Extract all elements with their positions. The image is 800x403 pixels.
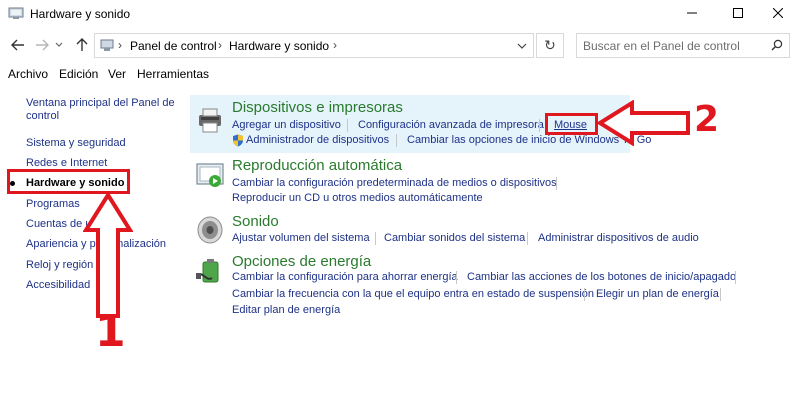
control-panel-icon bbox=[100, 39, 114, 51]
power-options-icon bbox=[196, 259, 219, 283]
menu-archivo[interactable]: Archivo bbox=[8, 67, 48, 81]
sidebar-item-home-cont[interactable]: control bbox=[26, 109, 59, 124]
link-add-device[interactable]: Agregar un dispositivo bbox=[232, 119, 341, 131]
category-title[interactable]: Dispositivos e impresoras bbox=[232, 99, 403, 116]
link-power-button-actions[interactable]: Cambiar las acciones de los botones de i… bbox=[467, 271, 736, 283]
link-change-system-sounds[interactable]: Cambiar sonidos del sistema bbox=[384, 232, 525, 244]
search-box[interactable] bbox=[576, 33, 790, 58]
link-advanced-printer-setup[interactable]: Configuración avanzada de impresora bbox=[358, 119, 544, 131]
close-icon bbox=[773, 8, 783, 18]
minimize-button[interactable] bbox=[672, 0, 712, 26]
link-separator bbox=[347, 119, 348, 132]
back-arrow-icon bbox=[11, 39, 24, 51]
link-manage-audio-devices[interactable]: Administrar dispositivos de audio bbox=[538, 232, 699, 244]
link-choose-power-plan[interactable]: Elegir un plan de energía bbox=[596, 288, 719, 300]
highlight-box-mouse bbox=[545, 113, 598, 135]
link-separator bbox=[735, 271, 736, 284]
link-separator bbox=[556, 177, 557, 190]
sidebar-item-accessibility[interactable]: Accesibilidad bbox=[26, 278, 90, 293]
link-adjust-volume[interactable]: Ajustar volumen del sistema bbox=[232, 232, 370, 244]
breadcrumb-separator: › bbox=[333, 38, 337, 52]
minimize-icon bbox=[687, 12, 697, 14]
menu-ver[interactable]: Ver bbox=[108, 67, 126, 81]
menu-herramientas[interactable]: Herramientas bbox=[137, 67, 209, 81]
maximize-button[interactable] bbox=[718, 0, 758, 26]
up-arrow-icon bbox=[76, 38, 88, 51]
shield-icon bbox=[233, 134, 243, 147]
highlight-box-hardware-sound bbox=[7, 169, 130, 194]
link-separator bbox=[584, 288, 585, 301]
link-play-cd-automatically[interactable]: Reproducir un CD u otros medios automáti… bbox=[232, 192, 483, 204]
category-power-options: Opciones de energía Cambiar la configura… bbox=[190, 252, 790, 322]
close-button[interactable] bbox=[758, 0, 798, 26]
link-separator bbox=[527, 232, 528, 245]
speaker-icon bbox=[197, 216, 223, 244]
up-button[interactable] bbox=[72, 35, 92, 55]
search-input[interactable] bbox=[583, 35, 763, 56]
control-panel-icon bbox=[8, 7, 24, 19]
chevron-down-icon bbox=[55, 42, 63, 47]
menu-edicion[interactable]: Edición bbox=[59, 67, 98, 81]
category-title[interactable]: Opciones de energía bbox=[232, 253, 371, 270]
link-separator bbox=[720, 288, 721, 301]
refresh-button[interactable]: ↻ bbox=[536, 33, 564, 58]
up-arrow-annotation-icon bbox=[83, 192, 133, 318]
left-arrow-annotation-icon bbox=[596, 100, 690, 146]
title-bar: Hardware y sonido bbox=[0, 0, 800, 28]
link-autoplay-defaults[interactable]: Cambiar la configuración predeterminada … bbox=[232, 177, 557, 189]
recent-locations-button[interactable] bbox=[52, 35, 66, 55]
navigation-bar: › Panel de control › Hardware y sonido ›… bbox=[0, 30, 800, 60]
menu-bar: Archivo Edición Ver Herramientas bbox=[0, 64, 800, 84]
breadcrumb-hardware-sound[interactable]: Hardware y sonido bbox=[229, 39, 329, 53]
sidebar-item-system-security[interactable]: Sistema y seguridad bbox=[26, 136, 126, 151]
autoplay-icon bbox=[196, 163, 224, 187]
window-title: Hardware y sonido bbox=[30, 7, 131, 21]
back-button[interactable] bbox=[8, 35, 28, 55]
breadcrumb-separator: › bbox=[118, 38, 122, 52]
printer-icon bbox=[199, 108, 221, 133]
breadcrumb-control-panel[interactable]: Panel de control bbox=[130, 39, 217, 53]
address-bar[interactable]: › Panel de control › Hardware y sonido › bbox=[94, 33, 534, 58]
link-separator bbox=[539, 119, 540, 132]
step-number-2: 2 bbox=[694, 99, 720, 140]
forward-button[interactable] bbox=[32, 35, 52, 55]
chevron-down-icon[interactable] bbox=[517, 43, 527, 49]
link-sleep-frequency[interactable]: Cambiar la frecuencia con la que el equi… bbox=[232, 288, 594, 300]
category-title[interactable]: Reproducción automática bbox=[232, 157, 402, 174]
refresh-icon: ↻ bbox=[544, 37, 556, 53]
forward-arrow-icon bbox=[36, 39, 49, 51]
link-edit-power-plan[interactable]: Editar plan de energía bbox=[232, 304, 340, 316]
sidebar-item-programs[interactable]: Programas bbox=[26, 197, 80, 212]
link-power-saving-settings[interactable]: Cambiar la configuración para ahorrar en… bbox=[232, 271, 458, 283]
maximize-icon bbox=[733, 8, 743, 18]
link-device-manager[interactable]: Administrador de dispositivos bbox=[246, 134, 389, 146]
category-title[interactable]: Sonido bbox=[232, 213, 279, 230]
link-separator bbox=[375, 232, 376, 245]
link-separator bbox=[456, 271, 457, 284]
breadcrumb-separator: › bbox=[218, 38, 222, 52]
step-number-1: 1 bbox=[95, 306, 126, 357]
category-sound: Sonido Ajustar volumen del sistema Cambi… bbox=[190, 210, 790, 250]
link-separator bbox=[396, 134, 397, 147]
search-icon[interactable] bbox=[771, 39, 783, 51]
category-autoplay: Reproducción automática Cambiar la confi… bbox=[190, 153, 790, 205]
